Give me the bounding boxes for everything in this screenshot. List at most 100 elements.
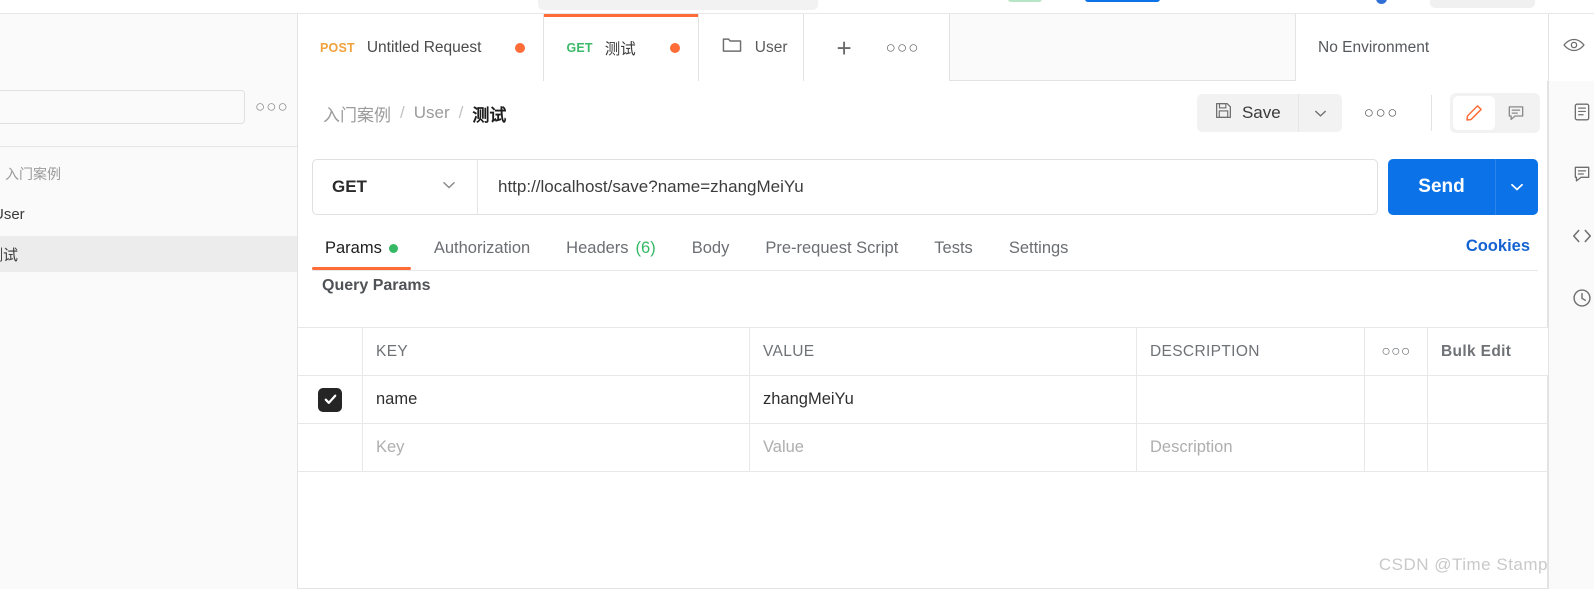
avatar[interactable] [1376, 0, 1387, 4]
breadcrumb-request[interactable]: 测试 [472, 101, 506, 126]
send-button-group: Send [1388, 159, 1538, 215]
folder-icon [721, 34, 743, 61]
tab-settings[interactable]: Settings [996, 227, 1082, 270]
save-button[interactable]: Save [1196, 94, 1298, 132]
sidebar-divider [0, 146, 297, 147]
code-icon[interactable] [1565, 219, 1594, 253]
unsaved-dot-icon [669, 42, 680, 53]
send-button[interactable]: Send [1388, 159, 1495, 215]
status-chip [1008, 0, 1042, 2]
send-dropdown-button[interactable] [1495, 159, 1538, 215]
url-row: GET http://localhost/save?name=zhangMeiY… [312, 159, 1538, 215]
check-icon [324, 394, 336, 404]
tab-body[interactable]: Body [679, 227, 743, 270]
chevron-down-icon [1314, 110, 1326, 117]
table-header-row: KEY VALUE DESCRIPTION ○○○ Bulk Edit [298, 328, 1548, 376]
sidebar-item-collection[interactable]: 入门案例 [0, 156, 297, 192]
new-tab-button[interactable]: + [818, 35, 869, 61]
save-button-group: Save [1196, 94, 1342, 132]
tab-more-icon[interactable]: ○○○ [870, 38, 936, 58]
header-more-icon[interactable]: ○○○ [1342, 103, 1421, 123]
new-row-description-input[interactable]: Description [1137, 424, 1365, 471]
tab-tests-label: Tests [934, 239, 973, 257]
tab-authorization-label: Authorization [433, 239, 531, 257]
breadcrumb-separator: / [400, 103, 405, 122]
tab-params-label: Params [325, 239, 382, 257]
tab-context-folder[interactable]: User [698, 14, 805, 81]
save-dropdown-button[interactable] [1297, 94, 1342, 132]
new-row-key-input[interactable]: Key [363, 424, 750, 471]
tab-title: Untitled Request [366, 38, 482, 56]
query-params-title: Query Params [322, 277, 431, 294]
history-icon[interactable] [1565, 281, 1594, 315]
breadcrumb: 入门案例 / User / 测试 [323, 101, 506, 126]
tab-pre-request-script[interactable]: Pre-request Script [752, 227, 911, 270]
url-box: GET http://localhost/save?name=zhangMeiY… [312, 159, 1378, 215]
header-description: DESCRIPTION [1137, 328, 1365, 375]
comment-icon[interactable] [1565, 157, 1594, 191]
edit-pencil-button[interactable] [1453, 96, 1495, 130]
cookies-link[interactable]: Cookies [1466, 237, 1530, 256]
right-rail-top-clipped [1548, 14, 1594, 81]
bulk-edit-button[interactable]: Bulk Edit [1428, 328, 1548, 375]
row-more-icon[interactable] [1365, 424, 1428, 471]
row-spacer [1428, 376, 1548, 423]
tab-headers-label: Headers [566, 239, 629, 257]
tab-title: 测试 [604, 40, 636, 58]
query-params-table: KEY VALUE DESCRIPTION ○○○ Bulk Edit name… [298, 327, 1548, 472]
upgrade-button[interactable] [1085, 0, 1160, 2]
top-global-bar-clipped [0, 0, 1594, 14]
tab-context-label: User [754, 38, 788, 56]
floppy-disk-icon [1214, 101, 1233, 125]
view-toggle-group [1450, 93, 1540, 133]
watermark: CSDN @Time Stamp [1378, 555, 1548, 574]
request-section-tabs: Params Authorization Headers (6) Body Pr… [312, 227, 1538, 271]
comment-toggle-button[interactable] [1495, 96, 1537, 130]
tab-tests[interactable]: Tests [921, 227, 986, 270]
row-more-icon[interactable] [1365, 376, 1428, 423]
tab-params[interactable]: Params [312, 227, 411, 270]
url-input[interactable]: http://localhost/save?name=zhangMeiYu [478, 160, 1377, 214]
header-actions: Save ○○○ [1196, 81, 1540, 145]
http-method-select[interactable]: GET [313, 160, 478, 214]
sidebar-search-row: ○○○ [0, 90, 297, 126]
http-method-label: GET [332, 177, 367, 196]
tab-untitled-request[interactable]: POST Untitled Request [298, 14, 545, 81]
save-button-label: Save [1241, 103, 1281, 122]
sidebar-item-folder-user[interactable]: User [0, 196, 286, 232]
global-search-field[interactable] [538, 0, 818, 10]
breadcrumb-separator: / [458, 103, 464, 122]
params-more-icon[interactable]: ○○○ [1365, 328, 1428, 375]
tab-test-request[interactable]: GET 测试 [544, 14, 699, 81]
right-icon-rail [1548, 81, 1594, 589]
sidebar-search-input[interactable] [0, 90, 245, 124]
sidebar-more-icon[interactable]: ○○○ [255, 98, 289, 115]
breadcrumb-folder[interactable]: User [414, 103, 450, 123]
eye-icon[interactable] [1563, 34, 1585, 61]
chevron-down-icon [440, 176, 458, 199]
sidebar-item-request-test[interactable]: 测试 [0, 236, 297, 272]
header-value: VALUE [750, 328, 1137, 375]
row-key-input[interactable]: name [363, 376, 750, 423]
header-key: KEY [363, 328, 750, 375]
breadcrumb-collection[interactable]: 入门案例 [323, 101, 391, 126]
tab-pre-request-script-label: Pre-request Script [765, 239, 899, 257]
row-description-input[interactable] [1137, 376, 1365, 423]
tab-settings-label: Settings [1008, 239, 1069, 257]
documentation-icon[interactable] [1565, 95, 1594, 129]
sidebar-folder-label: User [0, 205, 25, 223]
new-row-value-input[interactable]: Value [750, 424, 1137, 471]
row-value-input[interactable]: zhangMeiYu [750, 376, 1137, 423]
account-pill[interactable] [1430, 0, 1535, 8]
postman-app-window: ○○○ 入门案例 User 测试 POST Untitled Request G… [0, 0, 1594, 589]
request-tab-bar: POST Untitled Request GET 测试 User + ○○○ … [298, 14, 1594, 81]
tab-body-label: Body [691, 239, 730, 257]
row-spacer [1428, 424, 1548, 471]
tab-actions: + ○○○ [804, 14, 951, 81]
tab-headers[interactable]: Headers (6) [553, 227, 669, 270]
unsaved-dot-icon [515, 42, 526, 53]
tab-authorization[interactable]: Authorization [421, 227, 543, 270]
sidebar-request-label: 测试 [0, 246, 19, 264]
row-checkbox-checked[interactable] [318, 387, 342, 412]
environment-label: No Environment [1318, 38, 1430, 56]
